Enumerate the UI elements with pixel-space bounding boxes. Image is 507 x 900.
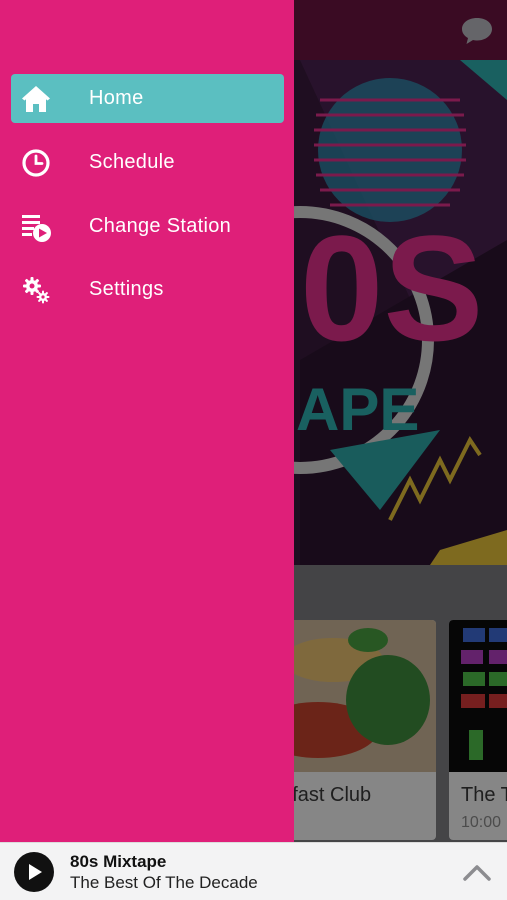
chevron-up-icon[interactable] bbox=[461, 860, 493, 884]
menu-item-settings[interactable]: Settings bbox=[11, 265, 284, 314]
playlist-icon bbox=[19, 210, 53, 244]
gears-icon bbox=[19, 273, 53, 307]
now-playing-subtitle: The Best Of The Decade bbox=[70, 873, 258, 892]
clock-icon bbox=[19, 146, 53, 180]
play-icon bbox=[29, 864, 42, 880]
menu-item-change-station[interactable]: Change Station bbox=[11, 202, 284, 251]
menu-item-label: Home bbox=[89, 87, 144, 109]
menu-item-label: Schedule bbox=[89, 151, 175, 173]
now-playing-title: 80s Mixtape bbox=[70, 852, 167, 871]
home-icon bbox=[19, 82, 53, 116]
menu-item-schedule[interactable]: Schedule bbox=[11, 138, 284, 187]
now-playing-bar[interactable]: 80s Mixtape The Best Of The Decade bbox=[0, 842, 507, 900]
menu-item-home[interactable]: Home bbox=[11, 74, 284, 123]
play-button[interactable] bbox=[14, 852, 54, 892]
navigation-drawer: Home Schedule Change Station Settings bbox=[0, 0, 294, 842]
menu-item-label: Change Station bbox=[89, 215, 232, 237]
menu-item-label: Settings bbox=[89, 278, 164, 300]
